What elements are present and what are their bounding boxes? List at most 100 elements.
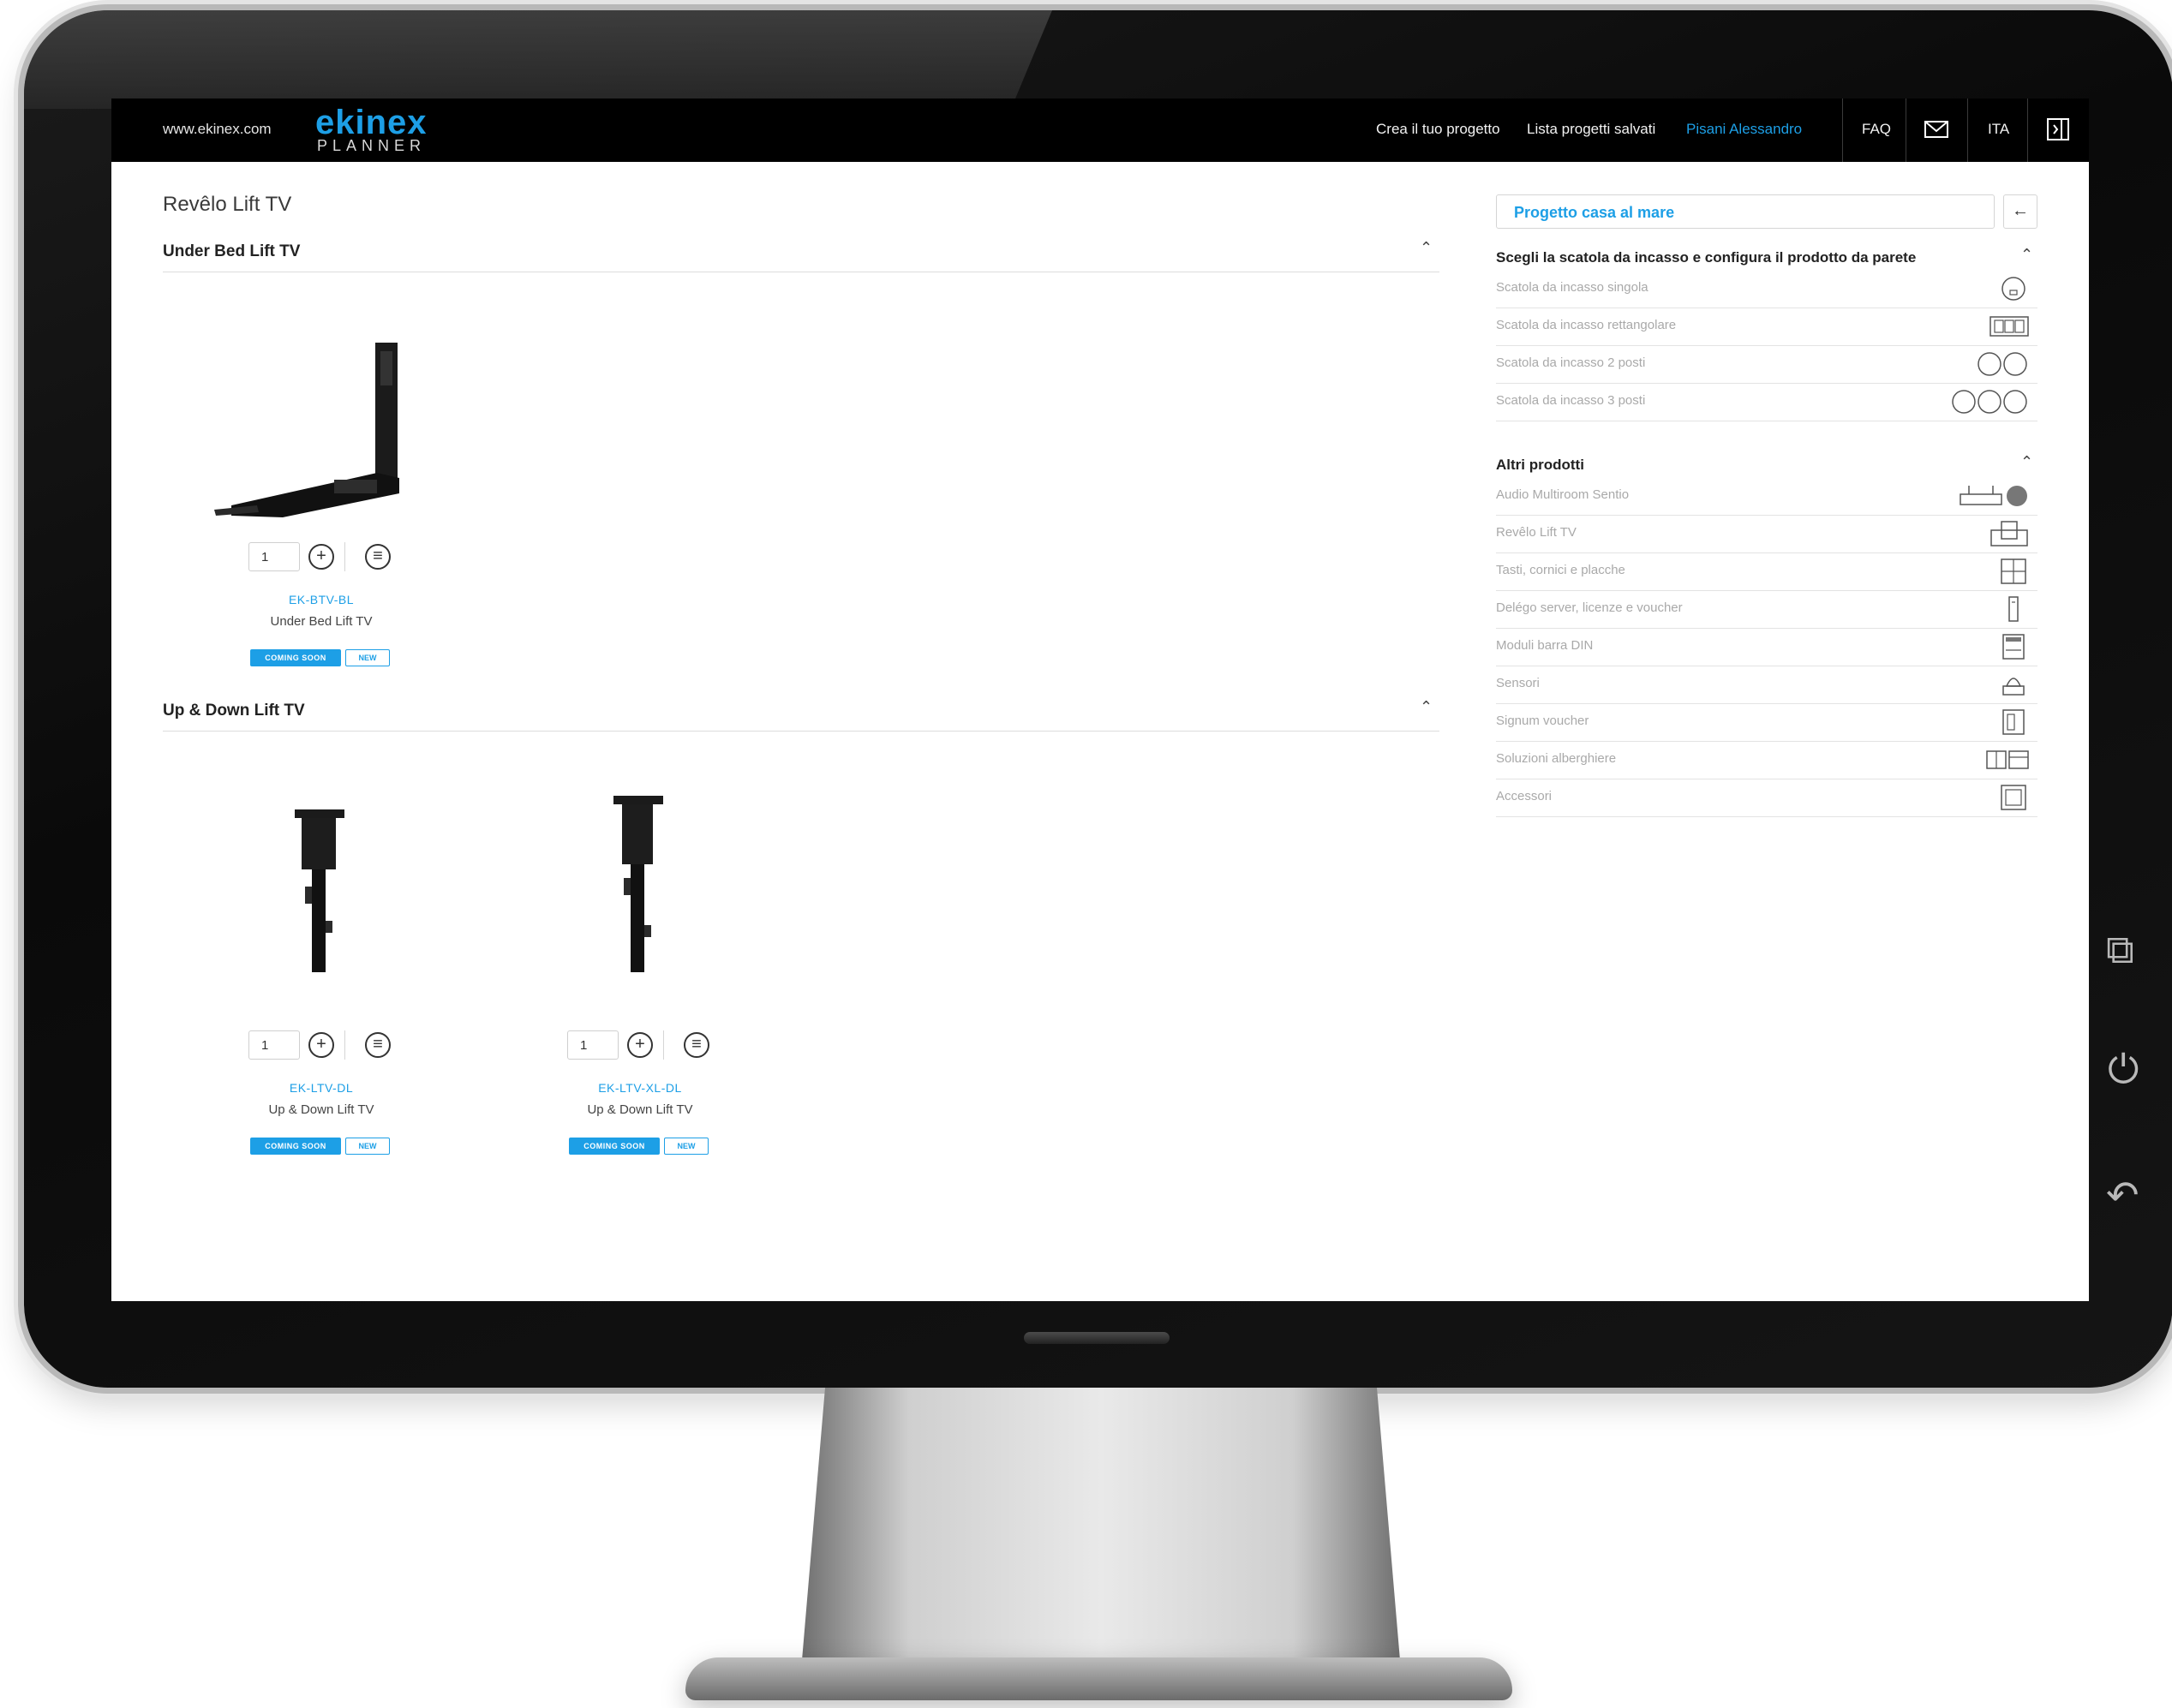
product-code[interactable]: EK-LTV-XL-DL — [524, 1081, 756, 1095]
app-screen: www.ekinex.com ekinex PLANNER Crea il tu… — [111, 99, 2089, 1301]
nav-divider — [2027, 99, 2028, 162]
section-divider — [163, 731, 1439, 732]
project-name-field[interactable]: Progetto casa al mare — [1496, 194, 1995, 229]
other-product-signum[interactable]: Signum voucher — [1496, 703, 2037, 742]
other-product-server[interactable]: Delégo server, licenze e voucher — [1496, 590, 2037, 629]
monitor-chin-slot — [1024, 1332, 1170, 1344]
sensor-icon — [2002, 678, 2025, 696]
nav-saved-projects[interactable]: Lista progetti salvati — [1527, 121, 1655, 138]
new-badge: NEW — [345, 649, 390, 666]
server-icon — [2008, 596, 2019, 622]
quantity-input[interactable]: 1 — [567, 1030, 619, 1060]
button-divider — [344, 542, 345, 571]
language-selector[interactable]: ITA — [1988, 121, 2009, 138]
double-box-icon — [1978, 352, 2027, 376]
box-option-label: Scatola da incasso singola — [1496, 280, 1648, 295]
site-link[interactable]: www.ekinex.com — [163, 121, 272, 138]
other-product-label: Delégo server, licenze e voucher — [1496, 600, 1683, 615]
button-divider — [344, 1030, 345, 1060]
box-option-rectangular[interactable]: Scatola da incasso rettangolare — [1496, 308, 2037, 346]
other-products-title: Altri prodotti — [1496, 457, 1584, 473]
keys-plates-icon — [2001, 558, 2026, 584]
collapse-caret-icon[interactable]: ⌃ — [2020, 246, 2033, 264]
up-down-lift-product-image[interactable] — [206, 784, 437, 981]
other-product-label: Sensori — [1496, 676, 1540, 690]
section-title-under-bed: Under Bed Lift TV — [163, 242, 301, 260]
nav-divider — [1967, 99, 1968, 162]
back-arrow-button[interactable]: ← — [2003, 194, 2037, 229]
box-section-title: Scegli la scatola da incasso e configura… — [1496, 249, 1917, 266]
details-list-icon[interactable]: ≡ — [684, 1032, 709, 1058]
product-code[interactable]: EK-LTV-DL — [206, 1081, 437, 1095]
product-name: Up & Down Lift TV — [587, 1102, 693, 1117]
collapse-caret-icon[interactable]: ⌃ — [2020, 453, 2033, 471]
other-product-label: Moduli barra DIN — [1496, 638, 1594, 653]
nav-faq[interactable]: FAQ — [1862, 121, 1891, 138]
page-title: Revêlo Lift TV — [163, 193, 292, 216]
collapse-caret-icon[interactable]: ⌃ — [1420, 239, 1433, 257]
box-option-single[interactable]: Scatola da incasso singola — [1496, 270, 2037, 308]
power-icon: ⏻ — [2108, 1046, 2139, 1092]
screen-glare — [24, 10, 1052, 109]
audio-multiroom-icon — [1960, 486, 2027, 506]
other-product-label: Accessori — [1496, 789, 1553, 803]
box-option-double[interactable]: Scatola da incasso 2 posti — [1496, 345, 2037, 384]
add-plus-icon[interactable]: + — [308, 544, 334, 570]
product-name: Up & Down Lift TV — [268, 1102, 374, 1117]
coming-soon-badge: COMING SOON — [250, 1138, 341, 1155]
logout-icon[interactable] — [2044, 116, 2072, 143]
single-box-icon — [2001, 277, 2025, 301]
nav-divider — [1842, 99, 1843, 162]
nav-user-name[interactable]: Pisani Alessandro — [1686, 121, 1802, 138]
details-list-icon[interactable]: ≡ — [365, 1032, 391, 1058]
back-arrow-icon: ↶ — [2106, 1172, 2139, 1218]
other-product-hotel[interactable]: Soluzioni alberghiere — [1496, 741, 2037, 779]
logo-sub: PLANNER — [317, 137, 427, 154]
product-name: Under Bed Lift TV — [270, 614, 373, 629]
other-product-audio[interactable]: Audio Multiroom Sentio — [1496, 477, 2037, 516]
logo-brand: ekinex — [315, 104, 428, 141]
other-product-label: Tasti, cornici e placche — [1496, 563, 1625, 577]
monitor-stand-neck — [801, 1388, 1401, 1670]
monitor-stand-base — [685, 1657, 1512, 1700]
other-product-sensors[interactable]: Sensori — [1496, 666, 2037, 704]
top-navigation-bar: www.ekinex.com ekinex PLANNER Crea il tu… — [111, 99, 2089, 162]
collapse-caret-icon[interactable]: ⌃ — [1420, 698, 1433, 716]
mail-icon[interactable] — [1923, 116, 1950, 143]
coming-soon-badge: COMING SOON — [569, 1138, 660, 1155]
box-option-label: Scatola da incasso rettangolare — [1496, 318, 1677, 332]
rectangular-box-icon — [1990, 316, 2029, 337]
up-down-lift-xl-product-image[interactable] — [524, 784, 756, 981]
quantity-input[interactable]: 1 — [248, 1030, 300, 1060]
accessories-icon — [2001, 785, 2026, 810]
other-product-label: Soluzioni alberghiere — [1496, 751, 1617, 766]
triple-box-icon — [1952, 390, 2027, 414]
quantity-input[interactable]: 1 — [248, 542, 300, 571]
new-badge: NEW — [345, 1138, 390, 1155]
other-product-lift-tv[interactable]: Revêlo Lift TV — [1496, 515, 2037, 553]
box-option-label: Scatola da incasso 3 posti — [1496, 393, 1646, 408]
voucher-icon — [2002, 709, 2025, 735]
other-product-accessories[interactable]: Accessori — [1496, 779, 2037, 817]
coming-soon-badge: COMING SOON — [250, 649, 341, 666]
product-code[interactable]: EK-BTV-BL — [206, 593, 437, 606]
other-product-label: Audio Multiroom Sentio — [1496, 487, 1630, 502]
under-bed-lift-product-image[interactable] — [206, 325, 437, 523]
ekinex-planner-logo[interactable]: ekinex PLANNER — [315, 104, 428, 154]
hotel-icon — [1986, 750, 2029, 769]
lift-tv-icon — [1990, 521, 2028, 546]
din-module-icon — [2002, 634, 2025, 660]
other-product-label: Revêlo Lift TV — [1496, 525, 1577, 540]
windows-icon: ⧉ — [2106, 926, 2134, 972]
nav-create-project[interactable]: Crea il tuo progetto — [1376, 121, 1500, 138]
box-option-label: Scatola da incasso 2 posti — [1496, 355, 1646, 370]
details-list-icon[interactable]: ≡ — [365, 544, 391, 570]
button-divider — [663, 1030, 664, 1060]
add-plus-icon[interactable]: + — [308, 1032, 334, 1058]
box-option-triple[interactable]: Scatola da incasso 3 posti — [1496, 383, 2037, 421]
new-badge: NEW — [664, 1138, 709, 1155]
other-product-din[interactable]: Moduli barra DIN — [1496, 628, 2037, 666]
section-title-up-down: Up & Down Lift TV — [163, 702, 305, 720]
other-product-keys[interactable]: Tasti, cornici e placche — [1496, 552, 2037, 591]
add-plus-icon[interactable]: + — [627, 1032, 653, 1058]
